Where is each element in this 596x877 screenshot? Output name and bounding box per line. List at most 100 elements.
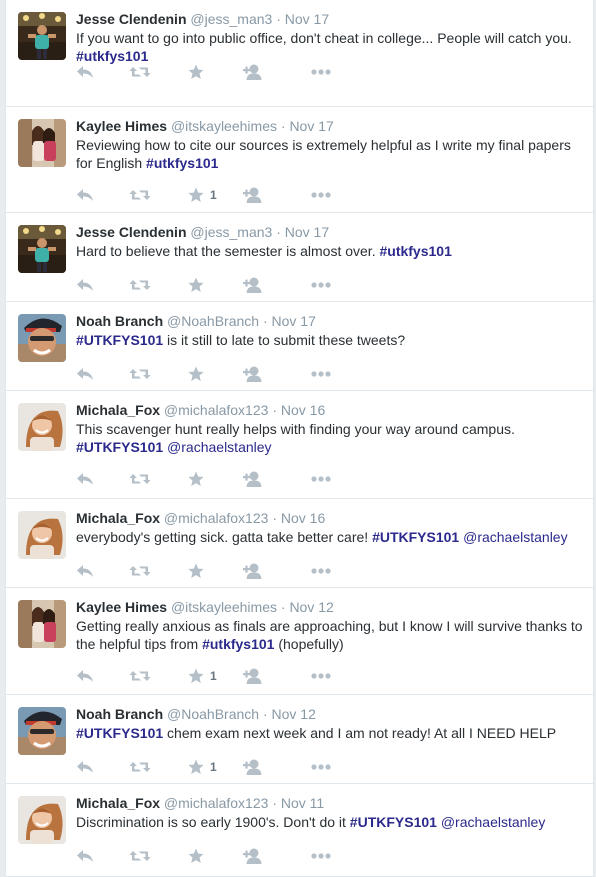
reply-button[interactable] [76, 846, 94, 866]
more-button[interactable] [311, 275, 331, 295]
hashtag-link[interactable]: #UTKFYS101 [372, 529, 459, 545]
username[interactable]: @jess_man3 [190, 11, 272, 27]
more-button[interactable] [311, 846, 331, 866]
timestamp[interactable]: Nov 11 [281, 795, 324, 811]
follow-button[interactable] [243, 185, 263, 205]
timestamp[interactable]: Nov 17 [289, 118, 333, 134]
like-button[interactable] [188, 846, 204, 866]
follow-button[interactable] [243, 561, 263, 581]
more-button[interactable] [311, 469, 331, 489]
fullname[interactable]: Michala_Fox [76, 795, 160, 811]
fullname[interactable]: Kaylee Himes [76, 599, 167, 615]
avatar[interactable] [18, 119, 66, 167]
username[interactable]: @NoahBranch [167, 706, 259, 722]
reply-button[interactable] [76, 469, 94, 489]
fullname[interactable]: Michala_Fox [76, 510, 160, 526]
reply-button[interactable] [76, 185, 94, 205]
more-button[interactable] [311, 666, 331, 686]
retweet-button[interactable] [129, 275, 151, 295]
tweet[interactable]: Michala_Fox @michalafox123 · Nov 16 every… [6, 499, 593, 588]
timestamp[interactable]: Nov 17 [285, 224, 329, 240]
fullname[interactable]: Jesse Clendenin [76, 11, 187, 27]
like-button[interactable]: 1 [188, 185, 217, 205]
avatar[interactable] [18, 225, 66, 273]
follow-button[interactable] [243, 62, 263, 82]
reply-button[interactable] [76, 275, 94, 295]
retweet-button[interactable] [129, 62, 151, 82]
hashtag-link[interactable]: #UTKFYS101 [76, 332, 163, 348]
like-button[interactable] [188, 364, 204, 384]
like-button[interactable]: 1 [188, 757, 217, 777]
avatar[interactable] [18, 12, 66, 60]
reply-button[interactable] [76, 666, 94, 686]
username[interactable]: @michalafox123 [164, 510, 269, 526]
retweet-button[interactable] [129, 561, 151, 581]
hashtag-link[interactable]: #utkfys101 [202, 636, 274, 652]
timestamp[interactable]: Nov 17 [285, 11, 329, 27]
follow-button[interactable] [243, 275, 263, 295]
hashtag-link[interactable]: #UTKFYS101 [76, 725, 163, 741]
retweet-button[interactable] [129, 469, 151, 489]
username[interactable]: @michalafox123 [164, 795, 269, 811]
reply-button[interactable] [76, 561, 94, 581]
like-button[interactable] [188, 469, 204, 489]
username[interactable]: @michalafox123 [164, 402, 269, 418]
avatar[interactable] [18, 314, 66, 362]
follow-button[interactable] [243, 469, 263, 489]
follow-button[interactable] [243, 757, 263, 777]
avatar[interactable] [18, 511, 66, 559]
tweet[interactable]: Michala_Fox @michalafox123 · Nov 11 Discr… [6, 784, 593, 877]
retweet-button[interactable] [129, 846, 151, 866]
timestamp[interactable]: Nov 17 [272, 313, 316, 329]
like-button[interactable] [188, 561, 204, 581]
tweet[interactable]: Noah Branch @NoahBranch · Nov 12 #UTKFYS1… [6, 695, 593, 784]
timestamp[interactable]: Nov 16 [281, 510, 325, 526]
fullname[interactable]: Michala_Fox [76, 402, 160, 418]
username[interactable]: @itskayleehimes [171, 599, 277, 615]
username[interactable]: @jess_man3 [190, 224, 272, 240]
mention-link[interactable]: @rachaelstanley [463, 529, 568, 545]
tweet[interactable]: Jesse Clendenin @jess_man3 · Nov 17 Hard … [6, 213, 593, 302]
mention-link[interactable]: @rachaelstanley [441, 814, 546, 830]
tweet[interactable]: Michala_Fox @michalafox123 · Nov 16 This … [6, 391, 593, 499]
avatar[interactable] [18, 403, 66, 451]
username[interactable]: @itskayleehimes [171, 118, 277, 134]
hashtag-link[interactable]: #utkfys101 [146, 155, 218, 171]
follow-button[interactable] [243, 846, 263, 866]
hashtag-link[interactable]: #UTKFYS101 [76, 439, 163, 455]
retweet-button[interactable] [129, 666, 151, 686]
username[interactable]: @NoahBranch [167, 313, 259, 329]
more-button[interactable] [311, 62, 331, 82]
more-button[interactable] [311, 757, 331, 777]
avatar[interactable] [18, 796, 66, 844]
like-button[interactable] [188, 275, 204, 295]
retweet-button[interactable] [129, 364, 151, 384]
reply-button[interactable] [76, 757, 94, 777]
avatar[interactable] [18, 707, 66, 755]
tweet[interactable]: Jesse Clendenin @jess_man3 · Nov 17 If yo… [6, 0, 593, 107]
follow-button[interactable] [243, 666, 263, 686]
tweet[interactable]: Noah Branch @NoahBranch · Nov 17 #UTKFYS1… [6, 302, 593, 391]
follow-button[interactable] [243, 364, 263, 384]
fullname[interactable]: Noah Branch [76, 313, 163, 329]
hashtag-link[interactable]: #UTKFYS101 [350, 814, 437, 830]
hashtag-link[interactable]: #utkfys101 [379, 243, 451, 259]
more-button[interactable] [311, 364, 331, 384]
more-button[interactable] [311, 185, 331, 205]
reply-button[interactable] [76, 364, 94, 384]
like-button[interactable] [188, 62, 204, 82]
tweet[interactable]: Kaylee Himes @itskayleehimes · Nov 17 Rev… [6, 107, 593, 213]
retweet-button[interactable] [129, 757, 151, 777]
timestamp[interactable]: Nov 12 [272, 706, 316, 722]
tweet[interactable]: Kaylee Himes @itskayleehimes · Nov 12 Get… [6, 588, 593, 695]
more-button[interactable] [311, 561, 331, 581]
like-button[interactable]: 1 [188, 666, 217, 686]
fullname[interactable]: Noah Branch [76, 706, 163, 722]
reply-button[interactable] [76, 62, 94, 82]
fullname[interactable]: Jesse Clendenin [76, 224, 187, 240]
avatar[interactable] [18, 600, 66, 648]
fullname[interactable]: Kaylee Himes [76, 118, 167, 134]
mention-link[interactable]: @rachaelstanley [167, 439, 272, 455]
timestamp[interactable]: Nov 12 [289, 599, 333, 615]
timestamp[interactable]: Nov 16 [281, 402, 325, 418]
